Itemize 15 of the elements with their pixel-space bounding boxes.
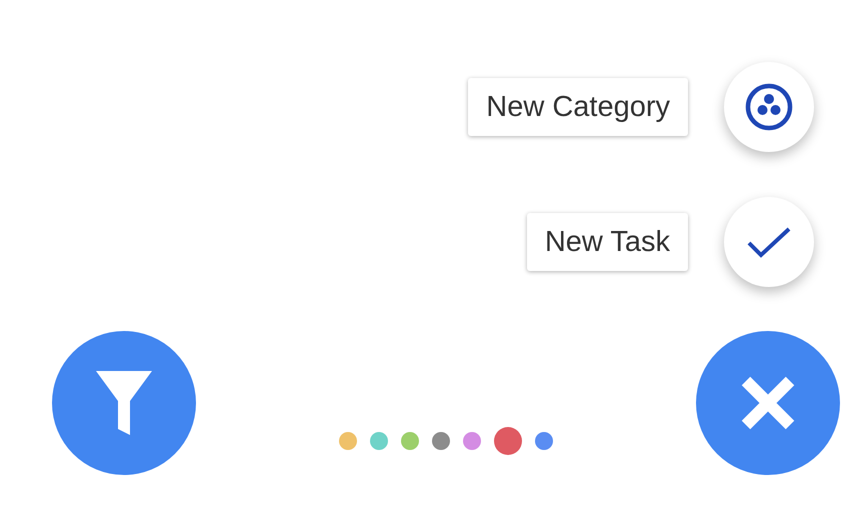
circle-dots-icon	[744, 82, 794, 132]
close-icon	[741, 376, 795, 430]
action-label[interactable]: New Category	[468, 78, 688, 136]
color-dot[interactable]	[432, 432, 450, 450]
color-dot[interactable]	[370, 432, 388, 450]
check-icon	[747, 226, 791, 258]
action-button[interactable]	[724, 62, 814, 152]
action-label[interactable]: New Task	[526, 213, 688, 271]
filter-icon	[96, 371, 152, 435]
action-button[interactable]	[724, 197, 814, 287]
color-dot[interactable]	[494, 427, 522, 455]
color-dot[interactable]	[339, 432, 357, 450]
color-dot[interactable]	[401, 432, 419, 450]
color-dot[interactable]	[463, 432, 481, 450]
color-dot[interactable]	[535, 432, 553, 450]
